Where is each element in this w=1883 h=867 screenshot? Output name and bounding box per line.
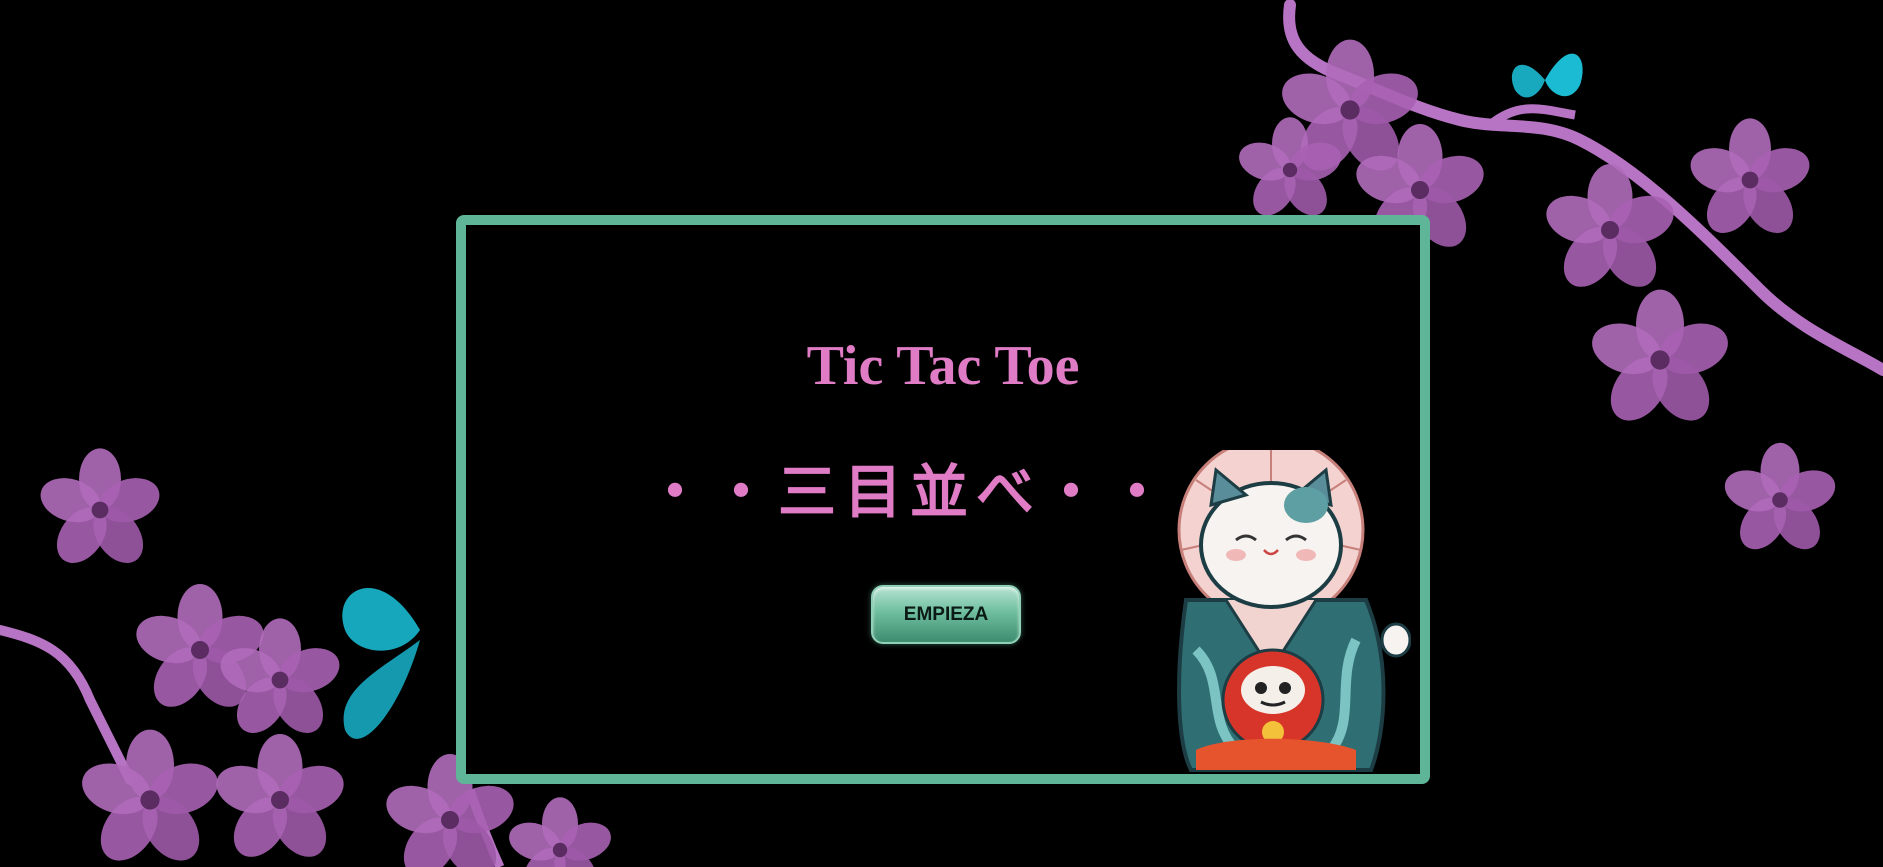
start-button[interactable]: EMPIEZA <box>871 585 1021 644</box>
butterfly-icon <box>1511 53 1583 98</box>
game-panel: Tic Tac Toe ・・三目並べ・・・ EMPIEZA <box>456 215 1430 784</box>
butterfly-icon <box>342 588 420 739</box>
maneki-neko-kimono-daruma-icon <box>1177 450 1411 772</box>
game-title: Tic Tac Toe <box>806 335 1080 397</box>
game-screen: Tic Tac Toe ・・三目並べ・・・ EMPIEZA <box>0 0 1883 867</box>
